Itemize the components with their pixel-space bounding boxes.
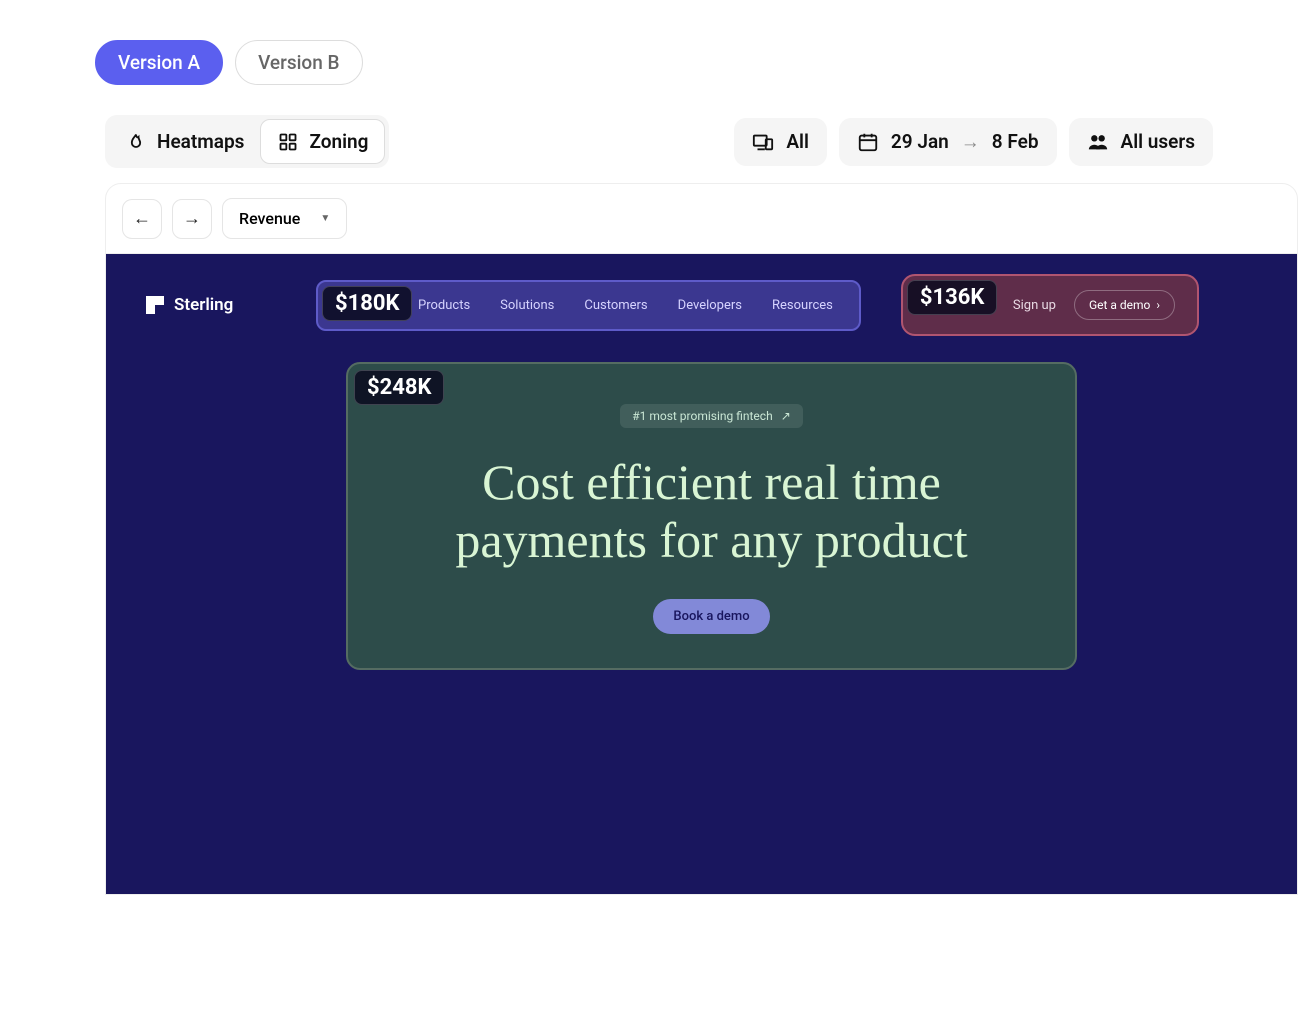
get-demo-button[interactable]: Get a demo › <box>1074 290 1175 320</box>
nav-developers[interactable]: Developers <box>678 298 742 313</box>
version-b-tab[interactable]: Version B <box>235 40 362 85</box>
nav-solutions[interactable]: Solutions <box>500 298 554 313</box>
zone-cta[interactable]: $136K Sign up Get a demo › <box>901 274 1199 336</box>
zone-hero[interactable]: $248K #1 most promising fintech ↗ Cost e… <box>346 362 1077 670</box>
metric-dropdown-label: Revenue <box>239 209 300 228</box>
page-preview: Sterling $180K Products Solutions Custom… <box>106 254 1297 894</box>
nav-resources[interactable]: Resources <box>772 298 833 313</box>
toolbar: Heatmaps Zoning All <box>105 115 1213 168</box>
zone-hero-value: $248K <box>354 370 444 405</box>
users-filter-label: All users <box>1121 130 1195 153</box>
flame-icon <box>125 131 147 153</box>
signup-link[interactable]: Sign up <box>1013 298 1056 313</box>
nav-customers[interactable]: Customers <box>584 298 647 313</box>
brand-logo-icon <box>146 296 164 314</box>
chevron-right-icon: › <box>1156 298 1160 312</box>
caret-down-icon: ▼ <box>320 213 330 224</box>
content-panel: ← → Revenue ▼ Sterling $180K Products <box>105 183 1298 895</box>
device-filter[interactable]: All <box>734 118 827 166</box>
device-filter-label: All <box>786 130 809 153</box>
arrow-right-icon: → <box>183 208 201 229</box>
version-tabs: Version A Version B <box>10 10 1298 115</box>
zoning-label: Zoning <box>309 130 368 153</box>
forward-button[interactable]: → <box>172 199 212 239</box>
date-to: 8 Feb <box>992 130 1039 153</box>
site-brand[interactable]: Sterling <box>146 295 296 315</box>
book-demo-button[interactable]: Book a demo <box>653 599 769 634</box>
version-a-tab[interactable]: Version A <box>95 40 223 85</box>
date-from: 29 Jan <box>891 130 949 153</box>
calendar-icon <box>857 131 879 153</box>
brand-name: Sterling <box>174 295 233 315</box>
hero-title: Cost efficient real time payments for an… <box>412 454 1012 569</box>
grid-icon <box>277 131 299 153</box>
get-demo-label: Get a demo <box>1089 298 1150 312</box>
fintech-badge-label: #1 most promising fintech <box>632 409 772 423</box>
metric-dropdown[interactable]: Revenue ▼ <box>222 198 347 239</box>
fintech-badge[interactable]: #1 most promising fintech ↗ <box>620 404 803 428</box>
arrow-up-right-icon: ↗ <box>781 409 791 423</box>
devices-icon <box>752 131 774 153</box>
history-bar: ← → Revenue ▼ <box>106 184 1297 254</box>
zoning-button[interactable]: Zoning <box>260 119 385 164</box>
heatmaps-button[interactable]: Heatmaps <box>109 120 260 163</box>
users-icon <box>1087 131 1109 153</box>
back-button[interactable]: ← <box>122 199 162 239</box>
nav-products[interactable]: Products <box>418 298 470 313</box>
date-range-filter[interactable]: 29 Jan → 8 Feb <box>839 118 1057 166</box>
arrow-right-icon: → <box>961 130 980 154</box>
users-filter[interactable]: All users <box>1069 118 1213 166</box>
zone-nav[interactable]: $180K Products Solutions Customers Devel… <box>316 280 861 331</box>
zone-cta-value: $136K <box>907 280 997 315</box>
zone-nav-value: $180K <box>322 286 412 321</box>
arrow-left-icon: ← <box>133 208 151 229</box>
heatmaps-label: Heatmaps <box>157 130 244 153</box>
